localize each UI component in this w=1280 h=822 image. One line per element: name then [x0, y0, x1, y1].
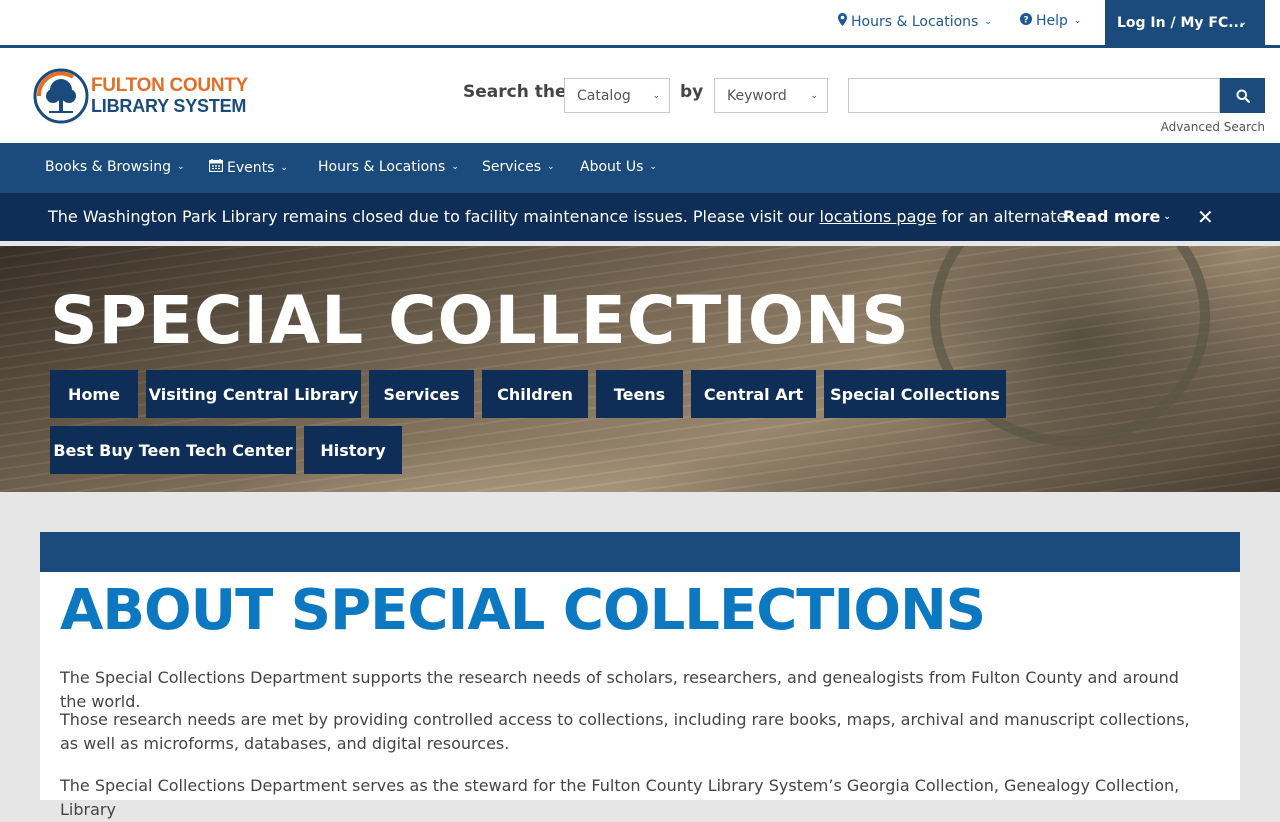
chevron-down-icon: ⌄	[1163, 211, 1171, 222]
svg-text:?: ?	[1023, 16, 1028, 26]
logo-line-1: FULTON COUNTY	[91, 75, 248, 96]
main-nav: Books & Browsing ⌄ Events ⌄ Hours & Loca…	[0, 143, 1280, 193]
chevron-down-icon: ⌄	[1238, 17, 1247, 28]
subnav-children[interactable]: Children	[482, 370, 588, 418]
chevron-down-icon: ⌄	[280, 162, 288, 173]
search-label: Search the	[463, 82, 567, 102]
alert-text-after: for an alternate	[936, 207, 1067, 226]
content-paragraph: The Special Collections Department suppo…	[60, 668, 1179, 711]
chevron-down-icon: ⌄	[451, 162, 459, 172]
chevron-down-icon: ⌄	[547, 162, 555, 172]
question-circle-icon: ?	[1020, 13, 1032, 29]
content-header-band	[40, 532, 1240, 572]
alert-banner: The Washington Park Library remains clos…	[0, 193, 1280, 241]
advanced-search-link[interactable]: Advanced Search	[1161, 120, 1265, 134]
chevron-down-icon: ⌄	[1073, 16, 1082, 26]
alert-text-before: The Washington Park Library remains clos…	[48, 207, 820, 226]
search-by-label: by	[680, 82, 704, 102]
utility-hours-link[interactable]: Hours & Locations ⌄	[838, 13, 992, 30]
hero-title: SPECIAL COLLECTIONS	[50, 282, 910, 359]
login-button[interactable]: Log In / My FC... ⌄	[1105, 0, 1265, 45]
content-paragraph: The Special Collections Department serve…	[60, 776, 1180, 819]
locations-page-link[interactable]: locations page	[820, 207, 937, 226]
login-label: Log In / My FC...	[1117, 14, 1245, 31]
logo-line-2: LIBRARY SYSTEM	[91, 96, 247, 116]
utility-hours-label: Hours & Locations	[851, 13, 979, 30]
chevron-down-icon: ⌄	[176, 162, 185, 172]
subnav-services[interactable]: Services	[369, 370, 474, 418]
utility-bar: Hours & Locations ⌄ ? Help ⌄ Log In / My…	[0, 0, 1280, 45]
chevron-down-icon: ⌄	[652, 90, 660, 101]
nav-label: Hours & Locations	[318, 159, 446, 175]
close-icon[interactable]: ✕	[1197, 205, 1214, 229]
read-more-button[interactable]: Read more ⌄	[1063, 207, 1171, 226]
search-scope-select[interactable]: Catalog ⌄	[564, 78, 670, 113]
subnav-visiting-central-library[interactable]: Visiting Central Library	[146, 370, 361, 418]
subnav-teens[interactable]: Teens	[596, 370, 683, 418]
search-field-value: Keyword	[727, 87, 787, 104]
nav-services[interactable]: Services ⌄	[482, 159, 555, 175]
alert-message: The Washington Park Library remains clos…	[48, 207, 1066, 226]
nav-label: Books & Browsing	[45, 159, 171, 175]
hero-banner: SPECIAL COLLECTIONS Home Visiting Centra…	[0, 246, 1280, 492]
site-logo[interactable]: FULTON COUNTY LIBRARY SYSTEM	[33, 68, 248, 124]
content-paragraph: Those research needs are met by providin…	[60, 710, 1190, 753]
search-scope-value: Catalog	[577, 87, 631, 104]
nav-label: Events	[227, 159, 275, 176]
subnav-home[interactable]: Home	[50, 370, 138, 418]
utility-help-link[interactable]: ? Help ⌄	[1020, 13, 1081, 29]
logo-text: FULTON COUNTY LIBRARY SYSTEM	[91, 75, 248, 117]
nav-label: Services	[482, 159, 542, 175]
tree-logo-icon	[33, 68, 89, 124]
search-button[interactable]	[1220, 78, 1265, 113]
content-panel: ABOUT SPECIAL COLLECTIONS The Special Co…	[40, 532, 1240, 819]
page-title: ABOUT SPECIAL COLLECTIONS	[60, 578, 986, 643]
subnav-special-collections[interactable]: Special Collections	[824, 370, 1006, 418]
subnav-central-art[interactable]: Central Art	[691, 370, 816, 418]
calendar-icon	[208, 159, 224, 176]
site-header: FULTON COUNTY LIBRARY SYSTEM Search the …	[0, 48, 1280, 143]
nav-about-us[interactable]: About Us ⌄	[580, 159, 657, 175]
subnav-best-buy-teen-tech-center[interactable]: Best Buy Teen Tech Center	[50, 426, 296, 474]
nav-label: About Us	[580, 159, 644, 175]
chevron-down-icon: ⌄	[984, 16, 992, 27]
nav-books-browsing[interactable]: Books & Browsing ⌄	[45, 159, 185, 175]
nav-events[interactable]: Events ⌄	[208, 159, 288, 176]
read-more-label: Read more	[1063, 207, 1161, 226]
chevron-down-icon: ⌄	[810, 90, 818, 101]
search-icon	[1236, 89, 1250, 103]
search-field-select[interactable]: Keyword ⌄	[714, 78, 828, 113]
map-pin-icon	[838, 13, 847, 30]
nav-hours-locations[interactable]: Hours & Locations ⌄	[318, 159, 459, 175]
utility-help-label: Help	[1036, 13, 1068, 29]
subnav-history[interactable]: History	[304, 426, 402, 474]
chevron-down-icon: ⌄	[649, 162, 657, 172]
search-input[interactable]	[848, 78, 1220, 113]
